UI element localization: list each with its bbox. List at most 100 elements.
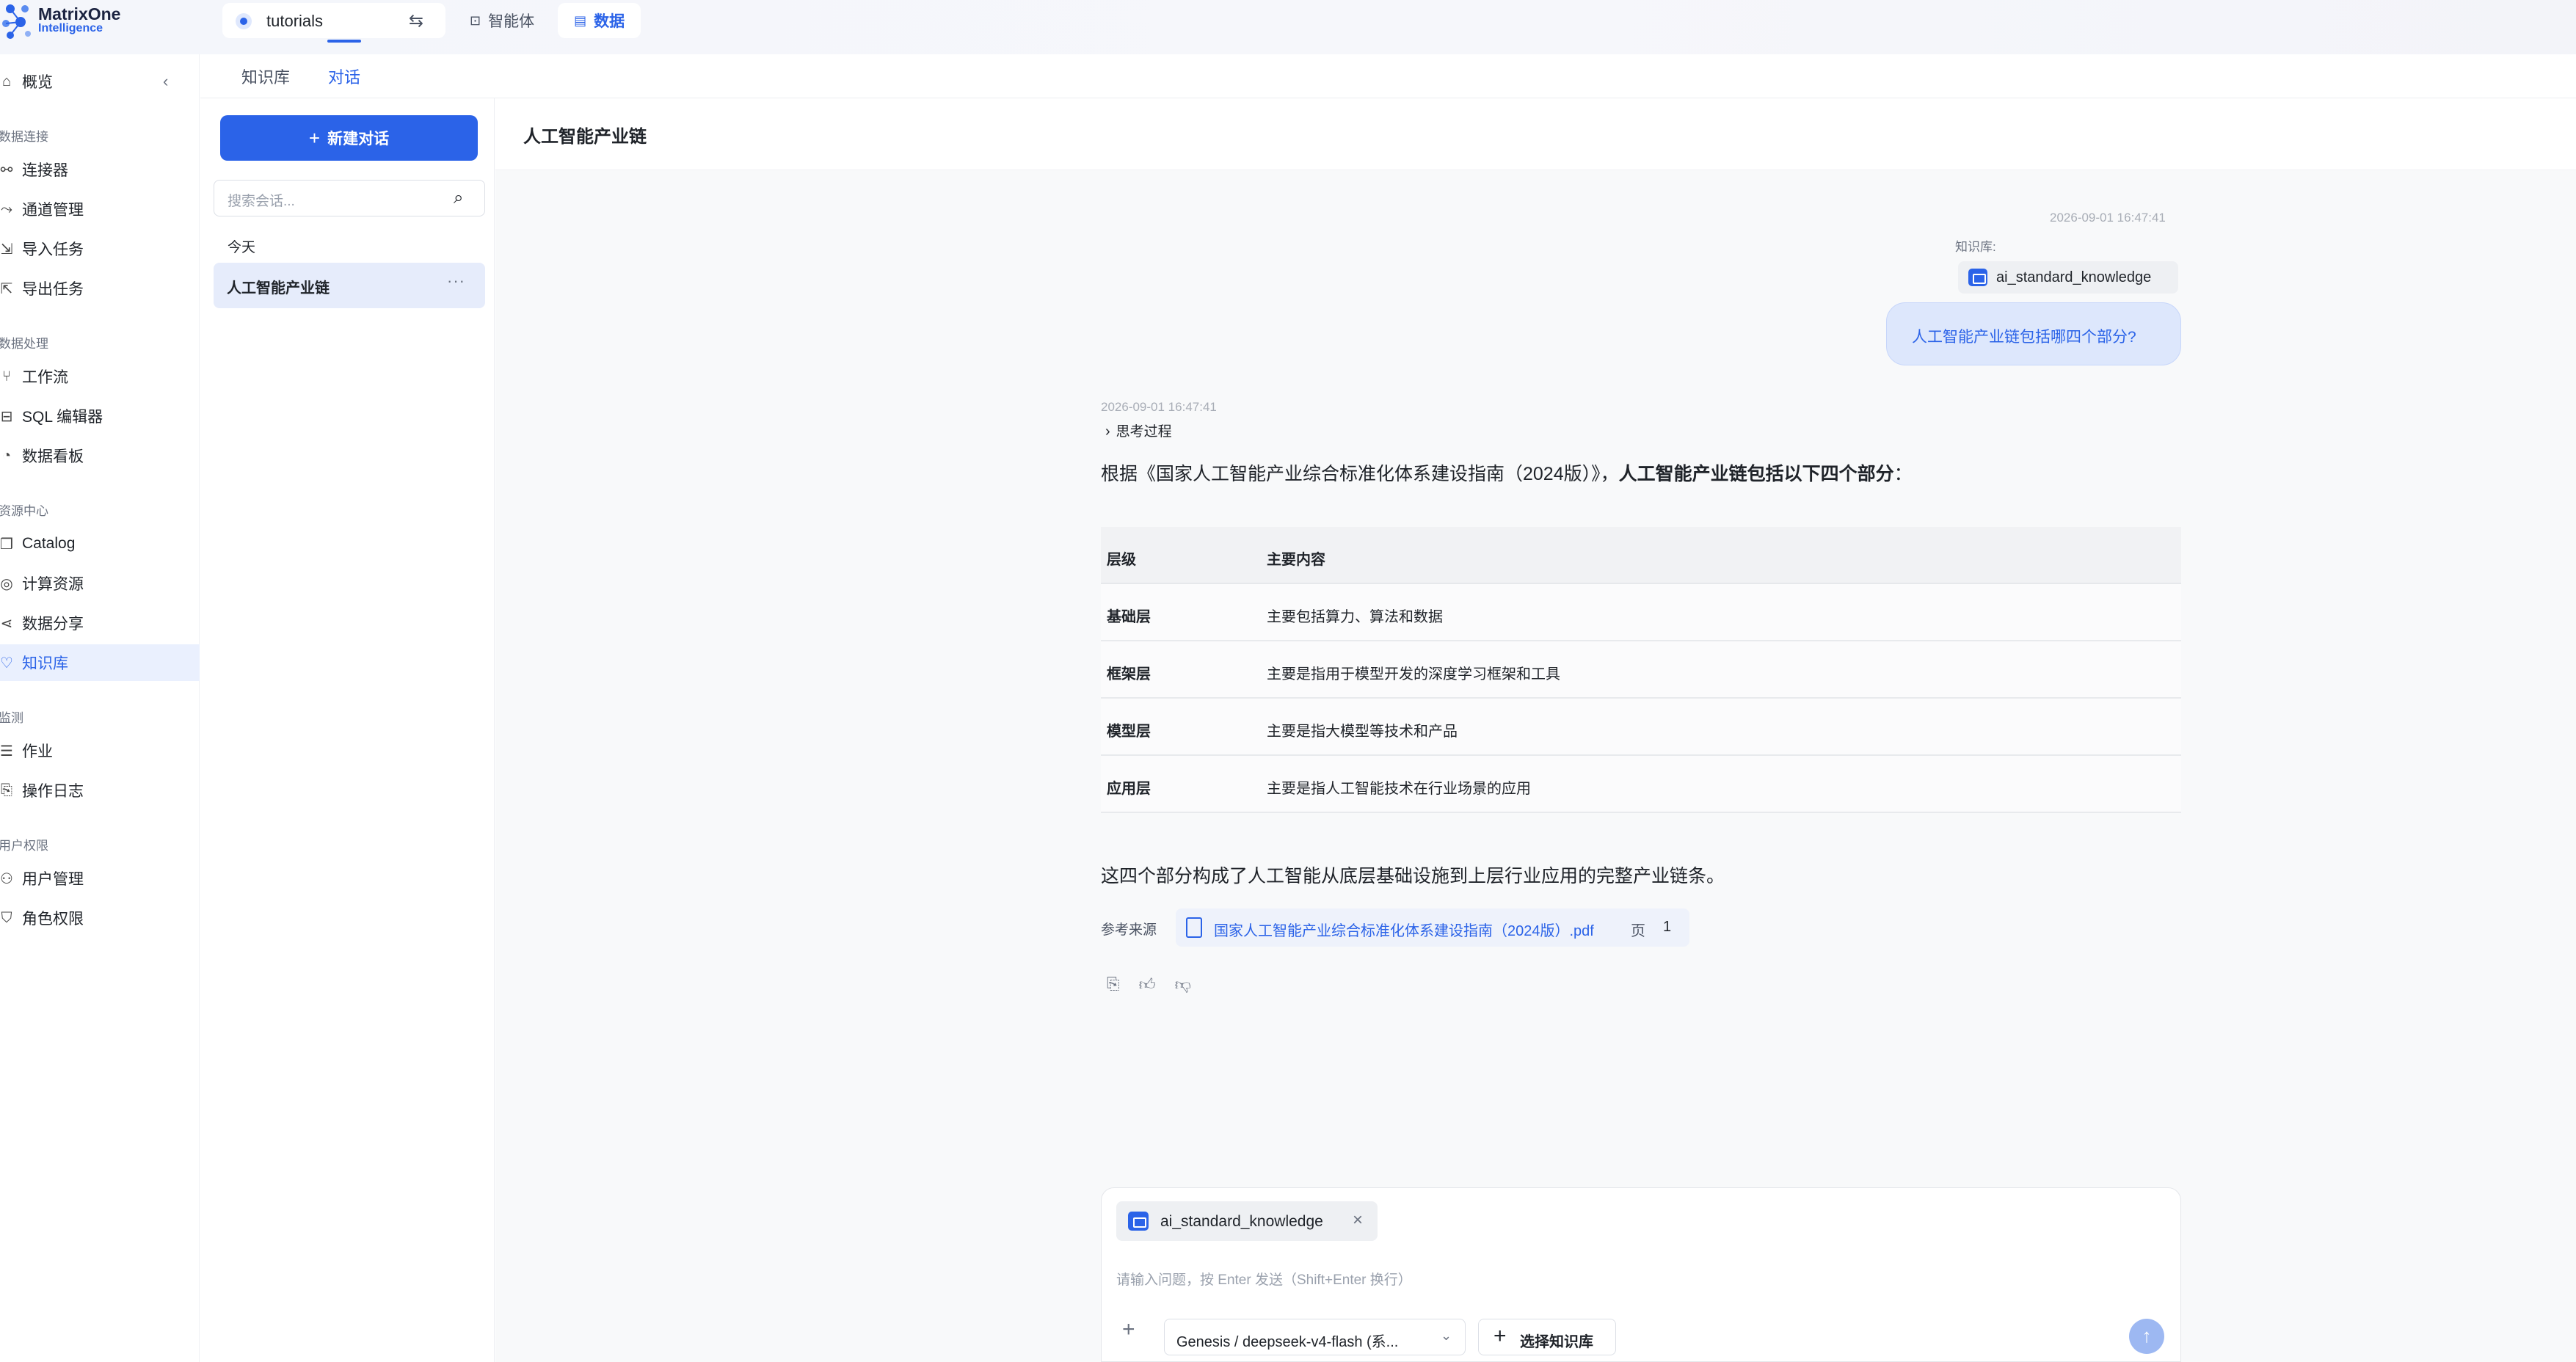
dashboard-icon: ◔ — [1, 447, 12, 464]
nav-tab-agent[interactable]: ⊡ 智能体 — [454, 3, 550, 38]
sidebar-item-roles[interactable]: ⛉ 角色权限 — [0, 900, 200, 936]
sub-tabs: 知识库 对话 — [200, 54, 2576, 98]
sidebar-item-jobs[interactable]: ☰ 作业 — [0, 732, 200, 769]
sidebar-item-users[interactable]: ⚇ 用户管理 — [0, 860, 200, 897]
workspace-selector[interactable]: tutorials ⇆ — [222, 3, 445, 38]
folder-icon — [1968, 269, 1987, 286]
select-kb-button[interactable]: + 选择知识库 — [1478, 1319, 1616, 1355]
export-icon: ⇱ — [0, 280, 13, 297]
list-icon: ☰ — [0, 743, 13, 760]
tab-knowledge-base[interactable]: 知识库 — [241, 65, 290, 88]
table-cell: 主要包括算力、算法和数据 — [1267, 609, 1443, 625]
send-button[interactable]: ↑ — [2129, 1319, 2164, 1354]
plus-icon: + — [308, 126, 321, 149]
table-row: 模型层 主要是指大模型等技术和产品 — [1101, 699, 2181, 756]
conversation-search-input[interactable]: 搜索会话... ⌕ — [214, 180, 485, 216]
sidebar-item-channels[interactable]: ⤳ 通道管理 — [0, 191, 200, 227]
day-group-label: 今天 — [228, 240, 256, 255]
new-chat-button[interactable]: + 新建对话 — [220, 115, 478, 161]
message-input[interactable]: 请输入问题，按 Enter 发送（Shift+Enter 换行） — [1116, 1269, 1412, 1289]
document-icon — [1186, 917, 1202, 938]
sidebar-item-label: 操作日志 — [22, 783, 84, 800]
thumbs-down-icon[interactable]: 👎︎ — [1175, 975, 1191, 994]
reference-doc-name: 国家人工智能产业综合标准化体系建设指南（2024版）.pdf — [1214, 923, 1594, 939]
sidebar-item-label: 数据分享 — [22, 616, 84, 633]
log-icon: ⎘ — [1, 782, 12, 798]
add-attachment-icon[interactable]: + — [1122, 1317, 1135, 1342]
answer-bold: 人工智能产业链包括以下四个部分 — [1618, 464, 1894, 484]
sidebar-item-sql-editor[interactable]: ⊟ SQL 编辑器 — [0, 398, 200, 434]
more-icon[interactable]: ··· — [447, 272, 465, 291]
active-tab-indicator — [327, 40, 361, 43]
share-icon: ⋖ — [0, 615, 13, 632]
thumbs-up-icon[interactable]: 👍︎ — [1139, 975, 1156, 994]
folder-icon — [1128, 1212, 1149, 1231]
table-cell: 主要是指人工智能技术在行业场景的应用 — [1267, 781, 1531, 797]
table-cell: 模型层 — [1107, 724, 1151, 740]
sidebar-item-import[interactable]: ⇲ 导入任务 — [0, 230, 200, 267]
shield-icon: ⛉ — [1, 909, 12, 926]
chevron-right-icon: › — [1105, 423, 1110, 440]
book-icon: ❒ — [0, 536, 13, 553]
user-icon: ⚇ — [0, 870, 13, 887]
search-icon[interactable]: ⌕ — [454, 188, 463, 208]
sidebar-item-connectors[interactable]: ⚯ 连接器 — [0, 151, 200, 188]
swap-icon[interactable]: ⇆ — [409, 10, 423, 32]
composer-kb-chip[interactable]: ai_standard_knowledge × — [1116, 1201, 1378, 1241]
sidebar-group-title: 资源中心 — [0, 504, 48, 518]
message-kb-chip[interactable]: ai_standard_knowledge — [1958, 261, 2178, 294]
table-row: 基础层 主要包括算力、算法和数据 — [1101, 584, 2181, 641]
matrixone-logo-icon — [2, 4, 31, 39]
sidebar-item-compute[interactable]: ◎ 计算资源 — [0, 565, 200, 602]
table-cell: 基础层 — [1107, 609, 1151, 625]
reference-chip[interactable]: 国家人工智能产业综合标准化体系建设指南（2024版）.pdf 页 1 — [1176, 908, 1689, 947]
message-actions: ⎘ 👍︎ 👎︎ — [1107, 975, 1191, 994]
table-cell: 主要是指大模型等技术和产品 — [1267, 724, 1458, 740]
kb-name: ai_standard_knowledge — [1996, 269, 2152, 285]
workflow-icon: ⑂ — [2, 368, 11, 385]
plus-icon: + — [1493, 1324, 1507, 1348]
sidebar-item-knowledge-base[interactable]: ♡ 知识库 — [0, 644, 200, 681]
user-question: 人工智能产业链包括哪四个部分? — [1912, 329, 2136, 346]
copy-icon[interactable]: ⎘ — [1107, 975, 1120, 994]
compute-icon: ◎ — [0, 575, 13, 592]
sidebar-item-label: SQL 编辑器 — [22, 409, 103, 426]
model-select[interactable]: Genesis / deepseek-v4-flash (系... ⌄ — [1164, 1319, 1466, 1355]
sidebar-item-label: 计算资源 — [22, 576, 84, 593]
nav-tab-data[interactable]: ▤ 数据 — [558, 3, 641, 38]
bulb-icon: ♡ — [0, 655, 13, 671]
thinking-label: 思考过程 — [1116, 424, 1172, 440]
sidebar-group-title: 数据处理 — [0, 337, 48, 351]
top-bar: MatrixOne Intelligence tutorials ⇆ ⊡ 智能体… — [0, 0, 2576, 54]
conversation-item[interactable]: 人工智能产业链 ··· — [214, 263, 485, 308]
sidebar-item-dashboard[interactable]: ◔ 数据看板 — [0, 437, 200, 474]
answer-summary: 这四个部分构成了人工智能从底层基础设施到上层行业应用的完整产业链条。 — [1101, 866, 1725, 886]
sidebar-item-label: 作业 — [22, 743, 53, 760]
tab-chat[interactable]: 对话 — [328, 65, 360, 88]
chat-header: 人工智能产业链 — [495, 98, 2576, 170]
table-row: 框架层 主要是指用于模型开发的深度学习框架和工具 — [1101, 641, 2181, 699]
sidebar-item-workflow[interactable]: ⑂ 工作流 — [0, 358, 200, 395]
thinking-toggle[interactable]: › 思考过程 — [1105, 420, 1172, 440]
sidebar-item-catalog[interactable]: ❒ Catalog — [0, 525, 200, 562]
table-header-cell: 主要内容 — [1267, 552, 1325, 568]
data-icon: ▤ — [574, 12, 587, 28]
sidebar-item-label: 用户管理 — [22, 871, 84, 888]
composer-kb-name: ai_standard_knowledge — [1160, 1213, 1323, 1230]
sidebar-item-export[interactable]: ⇱ 导出任务 — [0, 270, 200, 307]
table-header-cell: 层级 — [1107, 552, 1136, 568]
sidebar-item-label: 连接器 — [22, 162, 68, 179]
search-placeholder: 搜索会话... — [228, 194, 295, 209]
conversation-title: 人工智能产业链 — [227, 280, 330, 296]
workspace-dot-icon — [236, 13, 252, 29]
sidebar-item-label: 角色权限 — [22, 911, 84, 928]
sidebar-item-overview[interactable]: ⌂ 概览 — [0, 63, 200, 100]
sidebar-item-data-share[interactable]: ⋖ 数据分享 — [0, 605, 200, 641]
nav-tab-data-label: 数据 — [594, 13, 625, 30]
chevron-down-icon: ⌄ — [1441, 1328, 1452, 1343]
answer-intro: 根据《国家人工智能产业综合标准化体系建设指南（2024版）》，人工智能产业链包括… — [1101, 459, 1913, 486]
sidebar-item-label: 数据看板 — [22, 448, 84, 465]
sidebar-item-audit-log[interactable]: ⎘ 操作日志 — [0, 772, 200, 809]
close-icon[interactable]: × — [1353, 1210, 1363, 1231]
collapse-sidebar-icon[interactable]: ‹ — [163, 72, 168, 91]
